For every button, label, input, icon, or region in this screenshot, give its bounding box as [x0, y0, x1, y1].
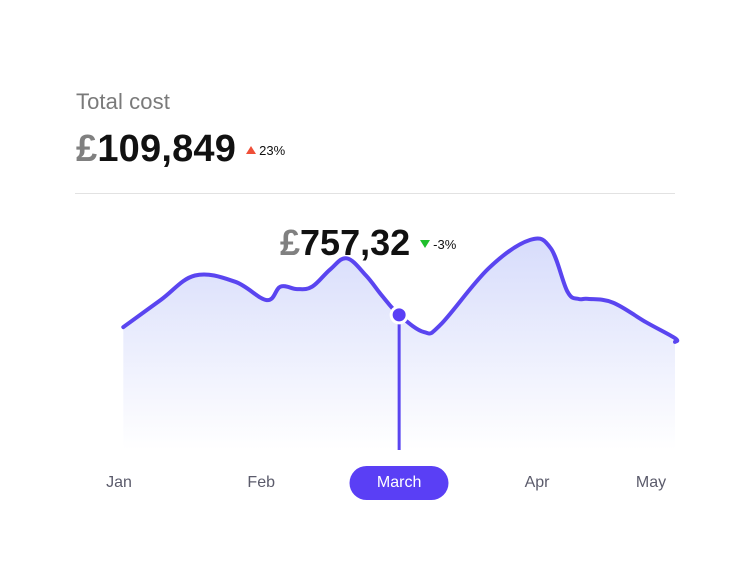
total-cost-card: Total cost £109,849 23% £757,32 -3% Jan F…	[0, 0, 751, 588]
selected-data-point[interactable]	[389, 305, 409, 325]
month-tab-apr[interactable]: Apr	[525, 466, 550, 500]
month-tab-march[interactable]: March	[349, 466, 449, 500]
month-axis: Jan Feb March Apr May	[0, 466, 751, 500]
month-tab-jan[interactable]: Jan	[106, 466, 132, 500]
month-tab-may[interactable]: May	[636, 466, 666, 500]
month-tab-feb[interactable]: Feb	[247, 466, 275, 500]
